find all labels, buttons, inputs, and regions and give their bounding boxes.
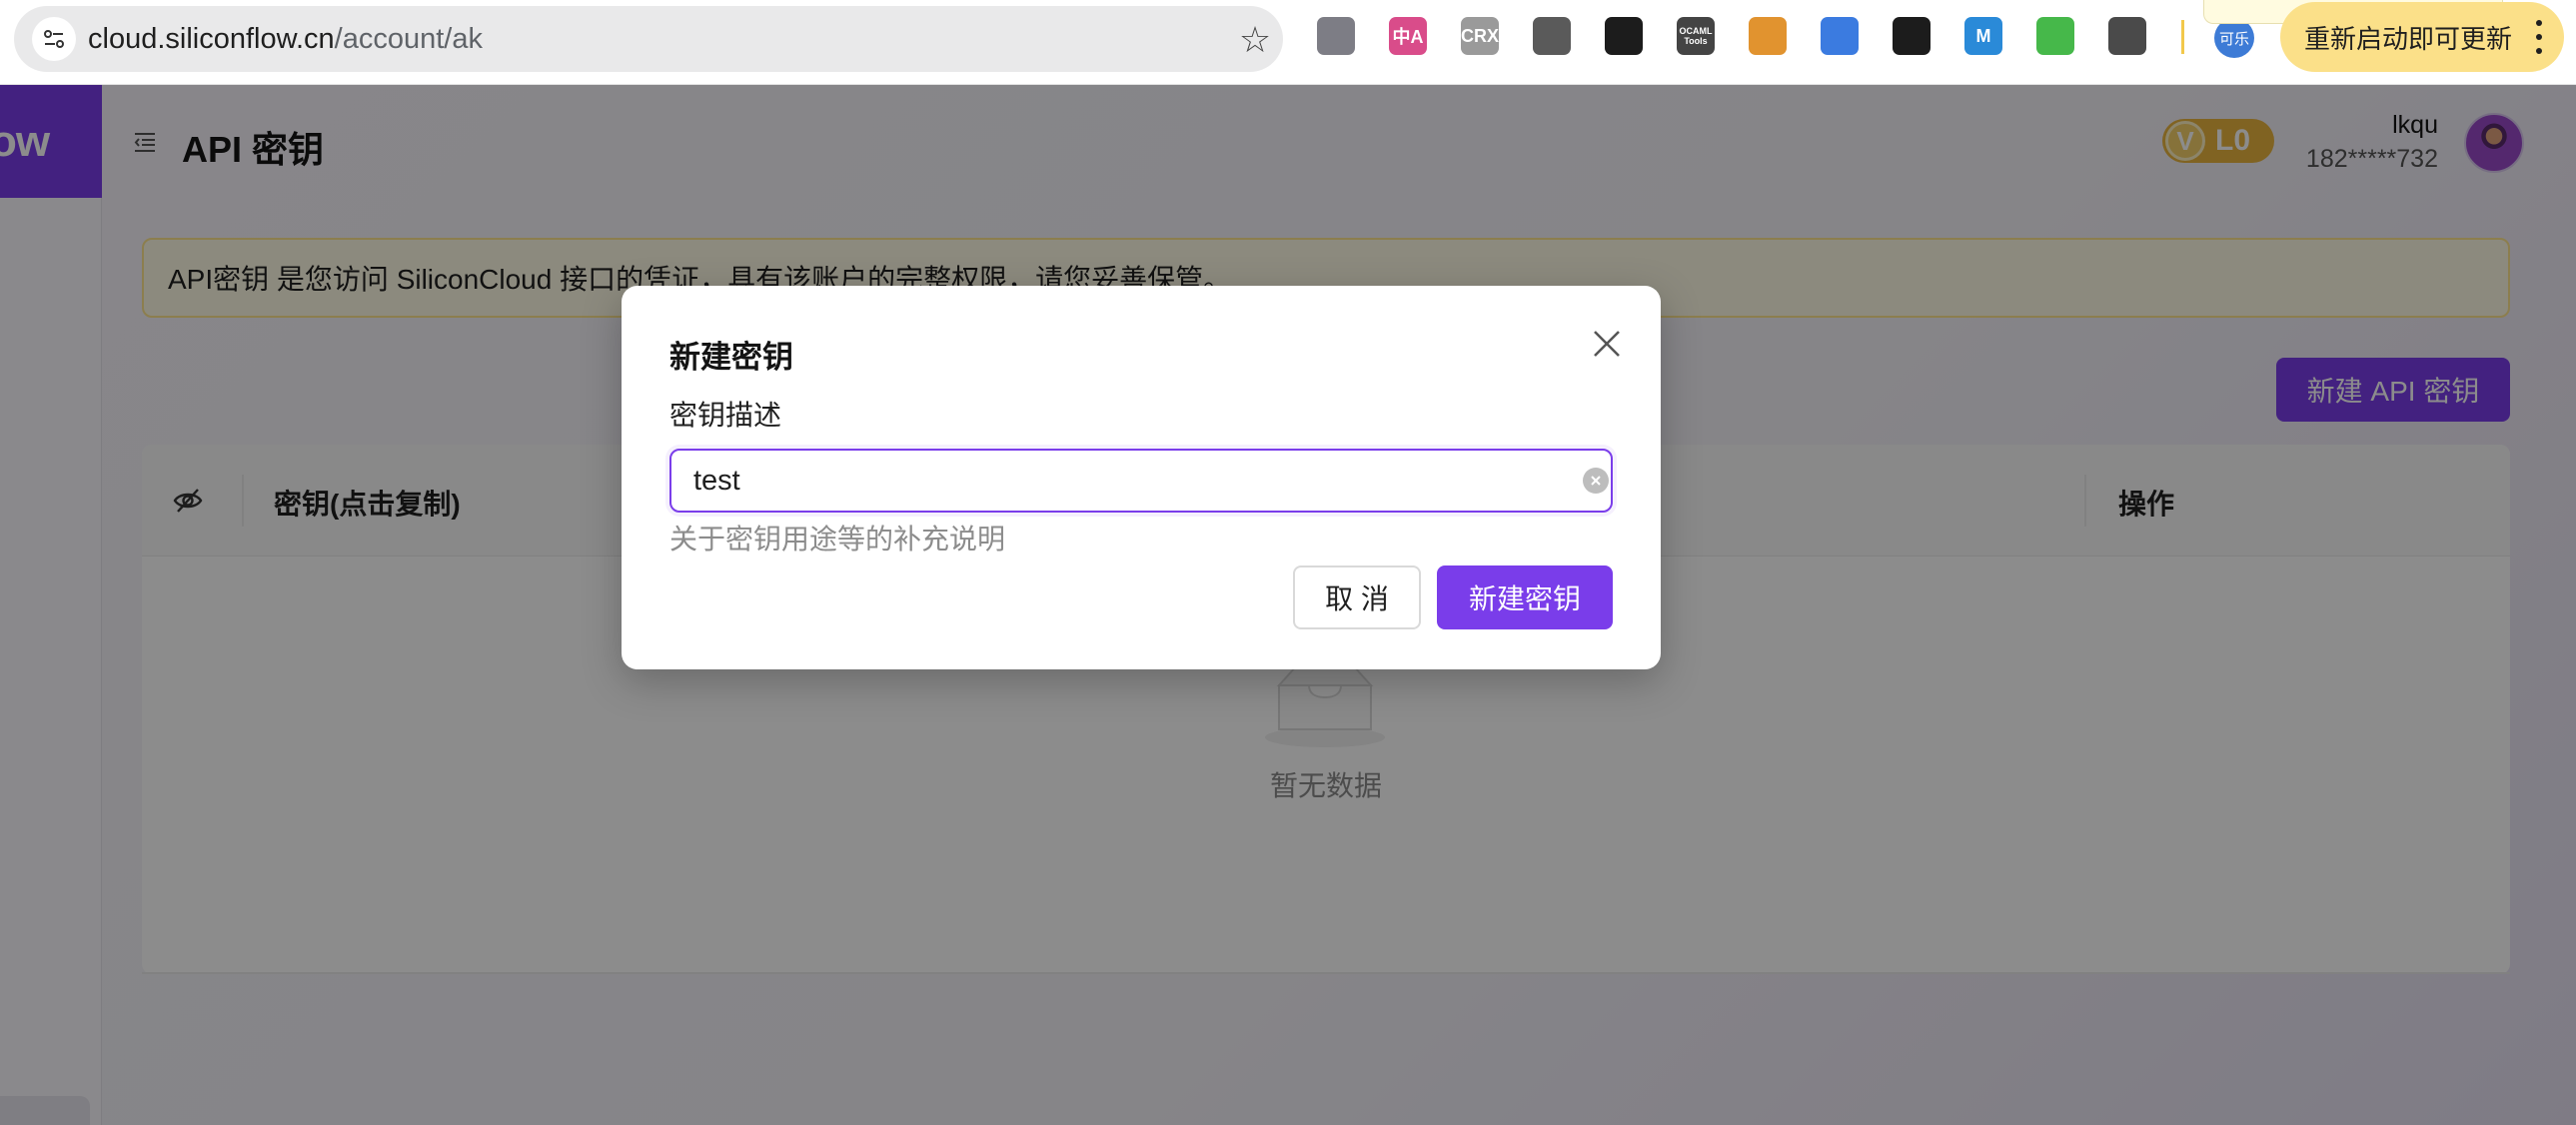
key-description-input[interactable] — [693, 451, 1553, 511]
ext-triangle-icon[interactable] — [1893, 17, 1931, 55]
bookmark-star-icon[interactable]: ☆ — [1235, 20, 1275, 60]
profile-avatar[interactable]: 可乐 — [2214, 18, 2254, 58]
ext-shiba-icon[interactable] — [1749, 17, 1787, 55]
restart-update-button[interactable]: 重新启动即可更新 — [2280, 2, 2564, 72]
create-key-button[interactable]: 新建密钥 — [1437, 565, 1613, 629]
ext-ocaml-tools-icon[interactable]: OCAML Tools — [1677, 17, 1715, 55]
close-icon[interactable] — [1587, 324, 1627, 364]
key-description-help: 关于密钥用途等的补充说明 — [669, 524, 1006, 555]
key-description-field[interactable] — [669, 449, 1613, 513]
ext-check-icon[interactable] — [2036, 17, 2074, 55]
ext-m-icon[interactable]: M — [1964, 17, 2002, 55]
url-text[interactable]: cloud.siliconflow.cn/account/ak — [88, 24, 483, 54]
ext-mouse-icon[interactable] — [1605, 17, 1643, 55]
ext-glasses-icon[interactable] — [1317, 17, 1355, 55]
toolbar-divider — [2181, 20, 2184, 54]
ext-translate-icon[interactable]: 中A — [1389, 17, 1427, 55]
create-key-modal: 新建密钥 密钥描述 关于密钥用途等的补充说明 取 消 新建密钥 — [622, 286, 1661, 669]
cancel-button[interactable]: 取 消 — [1293, 565, 1421, 629]
address-bar[interactable]: cloud.siliconflow.cn/account/ak ☆ — [14, 6, 1283, 72]
ext-puzzle-blue-icon[interactable] — [1821, 17, 1859, 55]
key-description-label: 密钥描述 — [669, 400, 782, 431]
clear-input-icon[interactable] — [1583, 468, 1609, 494]
restart-update-label: 重新启动即可更新 — [2304, 23, 2513, 54]
ext-puzzle-icon[interactable] — [2108, 17, 2146, 55]
site-info-icon[interactable] — [32, 17, 76, 61]
browser-menu-icon[interactable] — [2536, 20, 2542, 54]
modal-title: 新建密钥 — [669, 340, 793, 375]
ext-crx-icon[interactable]: CRX — [1461, 17, 1499, 55]
ext-copy-icon[interactable] — [1533, 17, 1571, 55]
browser-toolbar: cloud.siliconflow.cn/account/ak ☆ 中A CRX O… — [0, 0, 2576, 85]
